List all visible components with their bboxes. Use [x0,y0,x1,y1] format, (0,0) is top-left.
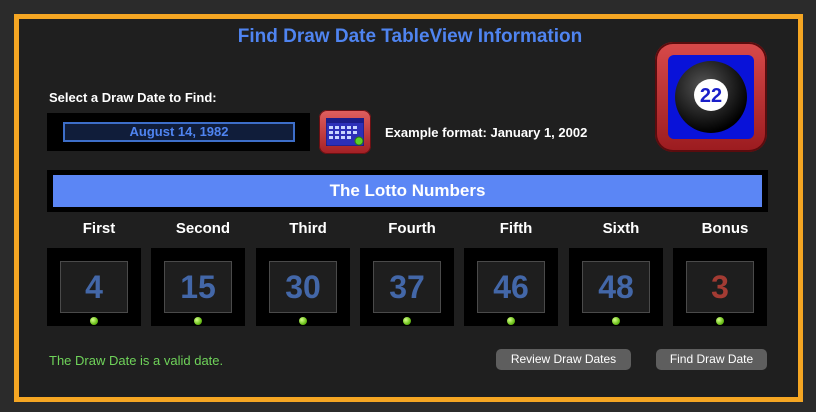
number-column-fourth: Fourth 37 [360,218,464,326]
number-well: 48 [569,248,663,326]
status-led-icon [299,317,307,325]
status-led-icon [403,317,411,325]
lotto-numbers-header-bar: The Lotto Numbers [47,170,768,212]
number-label: Fourth [388,220,436,237]
ball-number: 22 [700,85,722,107]
calendar-button[interactable] [319,110,371,154]
number-label: Third [289,220,327,237]
number-label: Sixth [602,220,640,237]
status-led-icon [507,317,515,325]
review-draw-dates-button[interactable]: Review Draw Dates [496,349,631,370]
example-format-label: Example format: January 1, 2002 [385,125,588,140]
number-label: Second [175,220,231,237]
lotto-ball-backdrop: 22 [668,55,754,139]
number-value: 30 [269,261,337,313]
calendar-icon [326,118,364,146]
number-column-sixth: Sixth 48 [569,218,673,326]
eight-ball-icon: 22 [675,61,747,133]
find-draw-date-button[interactable]: Find Draw Date [656,349,767,370]
status-led-icon [716,317,724,325]
date-field-well [47,113,310,151]
number-well: 30 [256,248,350,326]
status-led-icon [612,317,620,325]
status-led-icon [194,317,202,325]
number-well: 4 [47,248,141,326]
number-value: 15 [164,261,232,313]
number-well: 3 [673,248,767,326]
draw-date-input[interactable] [63,122,295,142]
number-well: 15 [151,248,245,326]
status-led-icon [90,317,98,325]
lotto-ball-app-icon: 22 [655,42,767,152]
bonus-value: 3 [686,261,754,313]
status-message: The Draw Date is a valid date. [49,353,224,368]
number-label: Fifth [499,220,533,237]
date-prompt-label: Select a Draw Date to Find: [49,90,217,105]
number-well: 46 [464,248,558,326]
number-value: 46 [477,261,545,313]
number-column-fifth: Fifth 46 [464,218,568,326]
number-value: 37 [373,261,441,313]
number-column-third: Third 30 [256,218,360,326]
lotto-numbers-header: The Lotto Numbers [53,175,762,207]
number-value: 48 [582,261,650,313]
number-well: 37 [360,248,454,326]
number-label: First [82,220,116,237]
number-label: Bonus [701,220,749,237]
number-value: 4 [60,261,128,313]
number-column-second: Second 15 [151,218,255,326]
number-column-bonus: Bonus 3 [673,218,777,326]
number-column-first: First 4 [47,218,151,326]
page-title: Find Draw Date TableView Information [237,26,583,47]
